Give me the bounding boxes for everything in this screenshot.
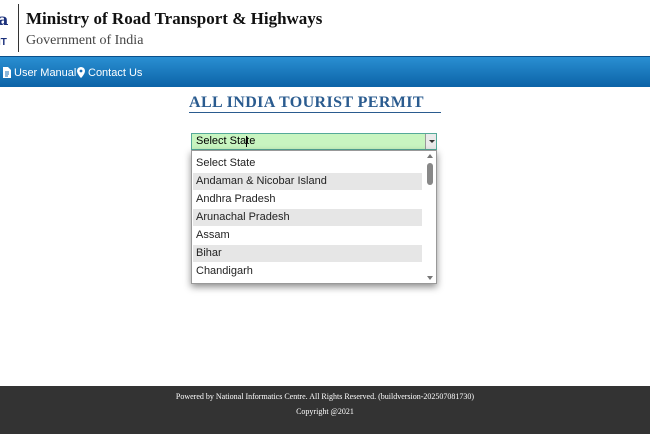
logo-text-top: a <box>0 10 9 29</box>
nav-user-manual-label: User Manual <box>14 66 77 79</box>
ministry-title: Ministry of Road Transport & Highways <box>26 9 323 28</box>
state-option[interactable]: Andhra Pradesh <box>193 191 422 208</box>
scroll-down-arrow-icon[interactable] <box>427 276 433 280</box>
scrollbar-thumb[interactable] <box>427 163 433 185</box>
state-select[interactable]: Select State <box>191 133 437 150</box>
site-footer: Powered by National Informatics Centre. … <box>0 386 650 434</box>
nav-contact-us-label: Contact Us <box>88 66 143 79</box>
map-pin-icon <box>77 67 85 78</box>
logo-text-bottom: IT <box>0 37 7 48</box>
page-title: ALL INDIA TOURIST PERMIT <box>189 94 425 111</box>
header-divider <box>18 4 19 52</box>
state-option[interactable]: Chandigarh <box>193 263 422 280</box>
title-underline <box>189 112 441 113</box>
scroll-up-arrow-icon[interactable] <box>427 154 433 158</box>
state-option[interactable]: Select State <box>193 155 422 172</box>
state-option[interactable]: Andaman & Nicobar Island <box>193 173 422 190</box>
government-subtitle: Government of India <box>26 33 144 48</box>
text-cursor <box>246 136 247 147</box>
document-icon <box>3 67 11 78</box>
footer-credits: Powered by National Informatics Centre. … <box>175 392 475 401</box>
nav-contact-us[interactable]: Contact Us <box>77 57 142 88</box>
dropdown-scrollbar[interactable] <box>424 151 436 283</box>
chevron-down-icon[interactable] <box>425 134 436 149</box>
state-dropdown-list[interactable]: Select State Andaman & Nicobar Island An… <box>191 150 437 284</box>
site-header: a IT Ministry of Road Transport & Highwa… <box>0 0 650 56</box>
footer-copyright: Copyright @2021 <box>296 407 354 416</box>
top-navbar: User Manual Contact Us <box>0 56 650 87</box>
emblem-logo[interactable]: a IT <box>0 8 20 48</box>
nav-user-manual[interactable]: User Manual <box>2 57 76 88</box>
state-option[interactable]: Assam <box>193 227 422 244</box>
state-option[interactable]: Bihar <box>193 245 422 262</box>
state-option[interactable]: Arunachal Pradesh <box>193 209 422 226</box>
